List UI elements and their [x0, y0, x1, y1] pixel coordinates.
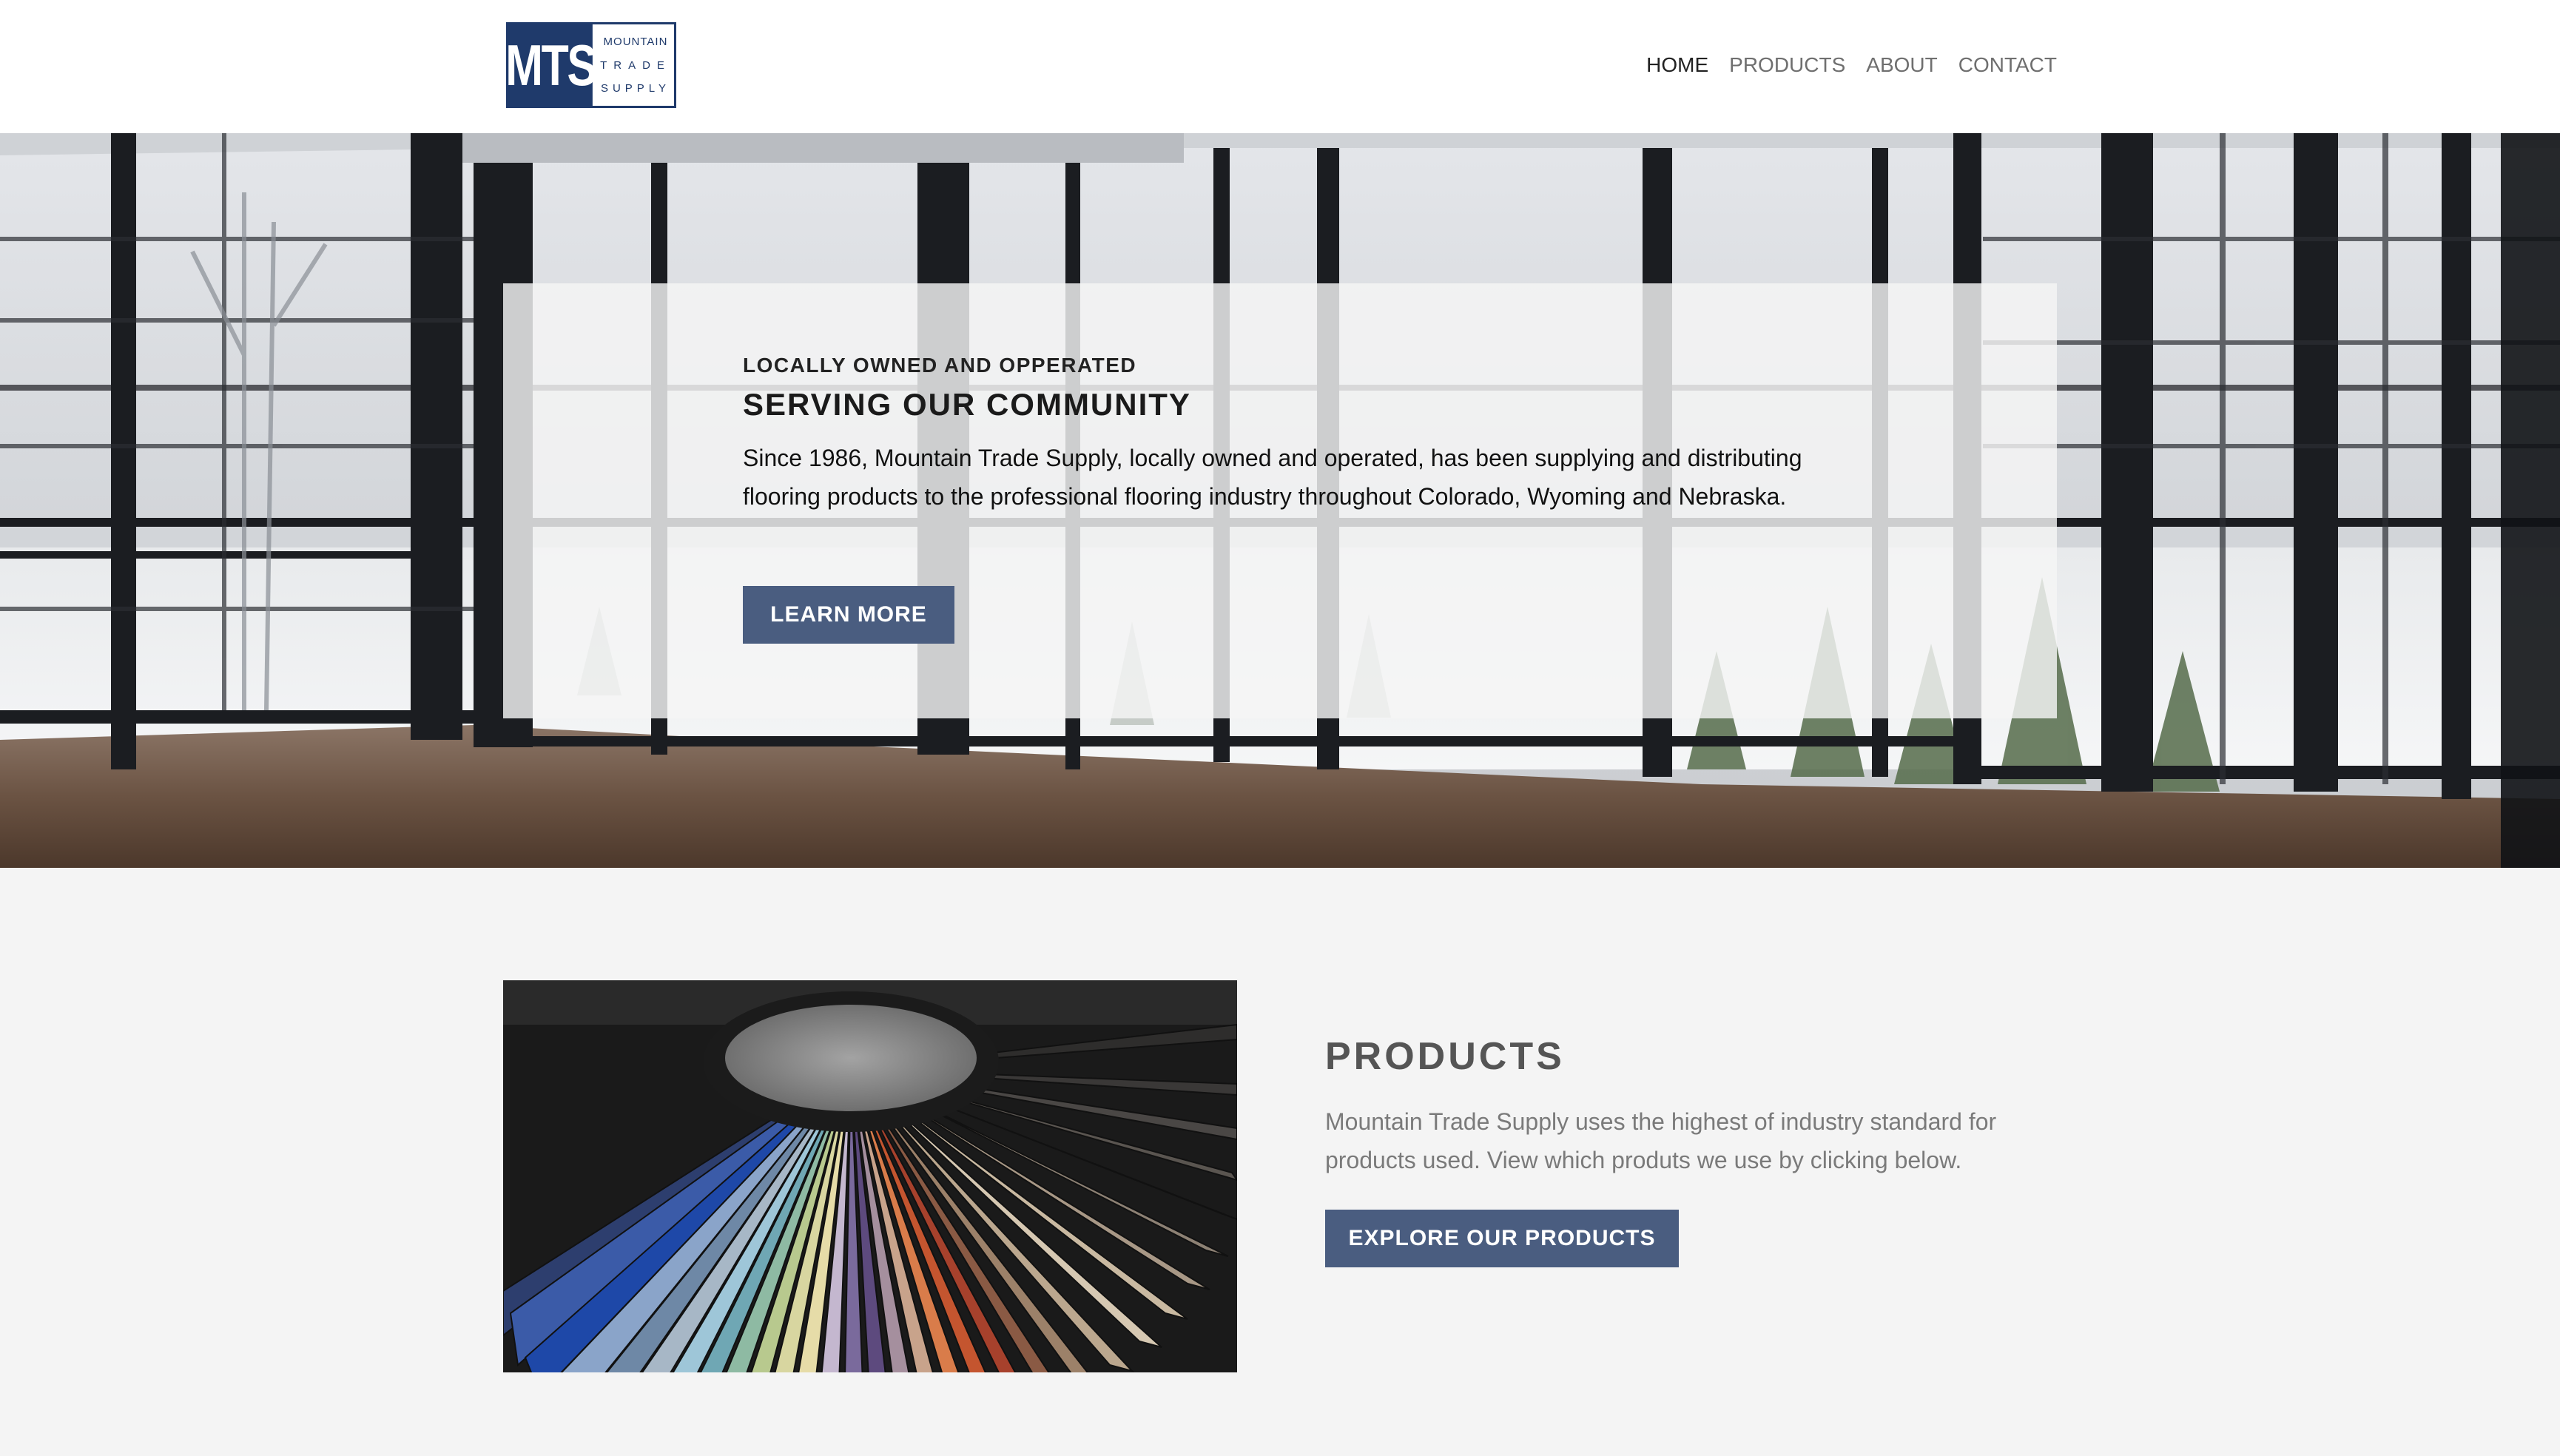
nav-products[interactable]: PRODUCTS [1729, 53, 1845, 77]
page: MTS MOUNTAIN TRADE SUPPLY HOME PRODUCTS … [0, 0, 2560, 1456]
main-nav: HOME PRODUCTS ABOUT CONTACT [1646, 53, 2057, 77]
products-description: Mountain Trade Supply uses the highest o… [1325, 1108, 1997, 1173]
products-heading: PRODUCTS [1325, 1035, 1565, 1078]
hero-section: LOCALLY OWNED AND OPPERATED SERVING OUR … [0, 133, 2560, 868]
logo-line-supply: SUPPLY [600, 82, 671, 95]
logo-wordmark: MOUNTAIN TRADE SUPPLY [597, 30, 674, 100]
hero-description: Since 1986, Mountain Trade Supply, local… [743, 445, 1802, 510]
explore-products-button[interactable]: EXPLORE OUR PRODUCTS [1325, 1210, 1679, 1267]
learn-more-button[interactable]: LEARN MORE [743, 586, 954, 644]
nav-home[interactable]: HOME [1646, 53, 1708, 77]
logo-line-mountain: MOUNTAIN [603, 36, 668, 48]
hero-title: SERVING OUR COMMUNITY [743, 387, 1191, 422]
color-swatch-fan-photo [503, 980, 1237, 1372]
nav-contact[interactable]: CONTACT [1958, 53, 2057, 77]
logo-line-trade: TRADE [600, 58, 671, 72]
nav-about[interactable]: ABOUT [1866, 53, 1937, 77]
site-header: MTS MOUNTAIN TRADE SUPPLY HOME PRODUCTS … [0, 0, 2560, 133]
products-image [503, 980, 1237, 1372]
logo-mark: MTS [505, 24, 597, 106]
hero-card: LOCALLY OWNED AND OPPERATED SERVING OUR … [503, 283, 2057, 718]
hero-eyebrow: LOCALLY OWNED AND OPPERATED [743, 354, 1137, 377]
site-logo[interactable]: MTS MOUNTAIN TRADE SUPPLY [505, 22, 676, 108]
